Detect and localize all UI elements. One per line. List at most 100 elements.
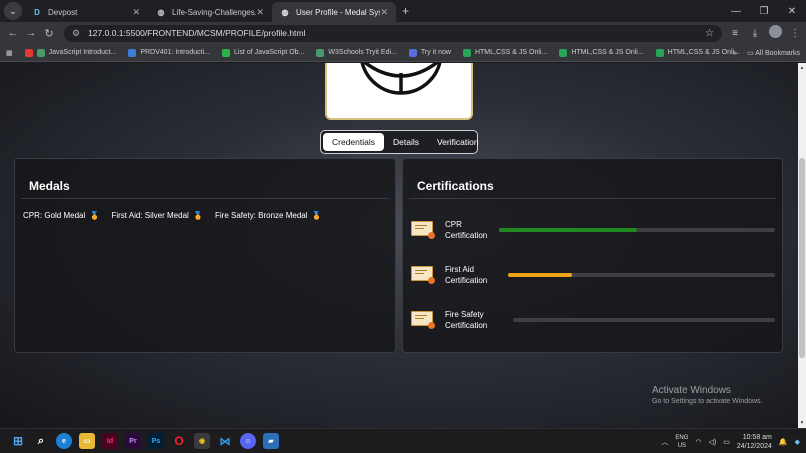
maximize-icon[interactable]: ❐ (750, 6, 778, 17)
bookmark-label: JavaScript Introduct... (48, 49, 117, 56)
download-icon[interactable]: ⤓ (748, 28, 762, 39)
back-arrow-icon[interactable]: ← (4, 27, 22, 39)
discord-icon[interactable]: ☺ (240, 433, 256, 449)
file-explorer-icon[interactable]: ▭ (79, 433, 95, 449)
bookmark-item[interactable]: JavaScript Introduct... (24, 48, 117, 57)
bookmark-item[interactable]: PRDV401: Introducti... (128, 48, 210, 57)
tab-details[interactable]: Details (384, 133, 428, 151)
bookmark-item[interactable]: List of JavaScript Ob... (221, 48, 305, 57)
site-info-icon[interactable]: ⚙ (72, 28, 80, 39)
watermark-line2: Go to Settings to activate Windows. (652, 398, 763, 405)
tab-verification[interactable]: Verification (428, 133, 488, 151)
profile-avatar (325, 63, 473, 120)
close-tab-icon[interactable]: ✕ (132, 7, 140, 18)
tab-title: User Profile - Medal System (296, 7, 381, 17)
certifications-panel: Certifications CPR Certification First Ai… (402, 158, 783, 353)
window-controls: — ❐ ✕ (722, 0, 806, 22)
ball-icon (360, 63, 442, 95)
cert-progress-fill (499, 228, 637, 232)
wifi-icon[interactable]: ◠ (695, 438, 701, 446)
bookmark-favicon-icon (408, 48, 417, 57)
volume-icon[interactable]: ◁) (709, 438, 717, 446)
bookmark-item[interactable]: W3Schools Tryit Edi... (316, 48, 397, 57)
medal-label: First Aid: Silver Medal (111, 211, 189, 220)
browser-tab-pdf[interactable]: ◍ Life-Saving-Challenges.pdf ✕ (148, 2, 272, 22)
close-tab-icon[interactable]: ✕ (380, 7, 388, 18)
scrollbar-thumb[interactable] (799, 158, 805, 358)
clock-time: 10:58 am (742, 433, 772, 441)
watermark-line1: Activate Windows (652, 385, 731, 396)
profile-tabs: Credentials Details Verification (320, 130, 479, 154)
close-window-icon[interactable]: ✕ (778, 6, 806, 17)
close-tab-icon[interactable]: ✕ (256, 7, 264, 18)
minimize-icon[interactable]: — (722, 6, 750, 17)
browser-tab-profile[interactable]: ◍ User Profile - Medal System ✕ (272, 2, 396, 22)
page-viewport: Credentials Details Verification Medals … (0, 63, 798, 428)
more-bookmarks-icon[interactable]: » (733, 50, 737, 57)
w3schools-icon (316, 48, 325, 57)
bookmark-item[interactable]: HTML,CSS & JS Onli... (559, 48, 644, 57)
tab-credentials[interactable]: Credentials (323, 133, 384, 151)
medal-item: First Aid: Silver Medal 🏅 (111, 211, 203, 220)
battery-icon[interactable]: ▭ (723, 438, 730, 446)
cert-name-line1: Fire Safety (445, 310, 484, 319)
photoshop-icon[interactable]: Ps (148, 433, 164, 449)
chrome-icon[interactable]: ◉ (194, 433, 210, 449)
cert-progress-fill (508, 273, 573, 277)
certificate-icon (411, 311, 435, 329)
tab-search-icon[interactable]: ⌄ (4, 2, 22, 20)
system-tray: ︿ ENG US ◠ ◁) ▭ 10:58 am 24/12/2024 🔔 ◆ (661, 429, 800, 453)
browser-tab-devpost[interactable]: D Devpost ✕ (24, 2, 148, 22)
vscode-icon[interactable]: ⋈ (217, 433, 233, 449)
browser-toolbar: ← → ↻ ⚙ 127.0.0.1:5500/FRONTEND/MCSM/PRO… (0, 22, 806, 44)
browser-tab-strip: ⌄ D Devpost ✕ ◍ Life-Saving-Challenges.p… (0, 0, 806, 22)
profile-avatar-icon[interactable] (768, 25, 782, 41)
windows-start-icon[interactable]: ⊞ (10, 433, 26, 449)
search-icon[interactable]: ⌕ (33, 433, 49, 449)
cert-name: Fire Safety Certification (445, 309, 501, 331)
bookmark-item[interactable]: Try it now (408, 48, 451, 57)
cert-progress-bar-cpr (499, 228, 775, 232)
copilot-icon[interactable]: ◆ (795, 438, 800, 446)
forward-arrow-icon[interactable]: → (22, 27, 40, 39)
edge-browser-icon[interactable]: e (56, 433, 72, 449)
region-code: US (677, 442, 687, 449)
language-indicator[interactable]: ENG US (675, 434, 688, 450)
kebab-menu-icon[interactable]: ⋮ (788, 28, 802, 39)
clock[interactable]: 10:58 am 24/12/2024 (737, 433, 772, 451)
reload-icon[interactable]: ↻ (40, 27, 58, 40)
bookmark-item[interactable]: HTML,CSS & JS Onli... (462, 48, 547, 57)
premiere-icon[interactable]: Pr (125, 433, 141, 449)
address-bar[interactable]: ⚙ 127.0.0.1:5500/FRONTEND/MCSM/PROFILE/p… (64, 24, 722, 42)
url-text: 127.0.0.1:5500/FRONTEND/MCSM/PROFILE/pro… (88, 28, 306, 38)
cert-name: First Aid Certification (445, 264, 501, 286)
w3schools-icon (36, 48, 45, 57)
bookmark-label: W3Schools Tryit Edi... (328, 49, 397, 56)
notification-bell-icon[interactable]: 🔔 (779, 438, 788, 446)
certificate-icon (411, 221, 435, 239)
media-controls-icon[interactable]: ≡ (728, 28, 742, 39)
scroll-up-icon[interactable]: ▲ (798, 65, 806, 71)
windows-taskbar: ⊞ ⌕ e ▭ Id Pr Ps O ◉ ⋈ ☺ ▰ ︿ ENG US ◠ ◁) … (0, 428, 806, 453)
tab-title: Life-Saving-Challenges.pdf (172, 7, 256, 17)
cert-progress-bar-fire-safety (513, 318, 775, 322)
tray-overflow-icon[interactable]: ︿ (661, 437, 668, 447)
new-tab-icon[interactable]: + (402, 4, 409, 18)
photos-app-icon[interactable]: ▰ (263, 433, 279, 449)
bookmark-item[interactable]: HTML,CSS & JS Onli... (655, 48, 740, 57)
apps-grid-icon[interactable]: ▦ (6, 49, 13, 57)
medals-title: Medals (21, 159, 389, 199)
opera-icon[interactable]: O (171, 433, 187, 449)
bookmark-label: Try it now (420, 49, 451, 56)
bookmark-star-icon[interactable]: ☆ (705, 28, 714, 39)
page-scrollbar[interactable]: ▲ ▼ (798, 63, 806, 428)
tab-title: Devpost (48, 7, 78, 17)
indesign-icon[interactable]: Id (102, 433, 118, 449)
cert-name-line2: Certification (445, 231, 488, 240)
bookmark-label: List of JavaScript Ob... (233, 49, 305, 56)
scroll-down-icon[interactable]: ▼ (798, 420, 806, 426)
medal-list: CPR: Gold Medal 🏅 First Aid: Silver Meda… (15, 199, 395, 232)
medal-icon: 🏅 (89, 211, 100, 220)
certifications-title: Certifications (409, 159, 776, 199)
all-bookmarks[interactable]: ▭ All Bookmarks (747, 49, 800, 57)
